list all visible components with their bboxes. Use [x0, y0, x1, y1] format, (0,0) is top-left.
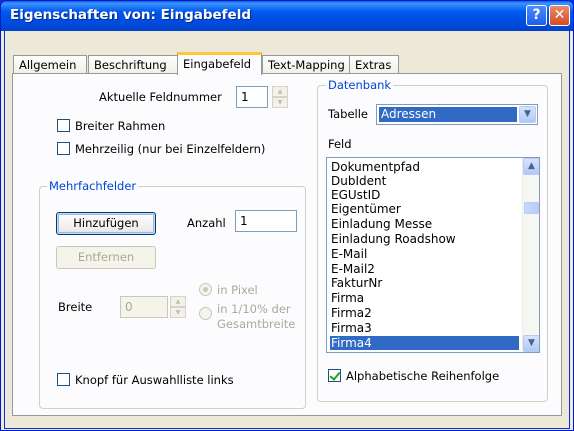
list-item-selected[interactable]: Firma4	[330, 336, 519, 350]
list-item[interactable]: EGUstID	[330, 188, 519, 202]
mehrzeilig-checkbox[interactable]	[57, 142, 70, 155]
list-item[interactable]: Eigentümer	[330, 202, 519, 216]
breite-spinner[interactable]: ▲ ▼	[170, 296, 186, 318]
list-item[interactable]: Firma3	[330, 321, 519, 335]
list-item[interactable]: Einladung Roadshow	[330, 232, 519, 246]
entfernen-button[interactable]: Entfernen	[56, 246, 156, 269]
scroll-thumb[interactable]	[524, 202, 539, 214]
tab-extras[interactable]: Extras	[349, 55, 399, 74]
breite-input[interactable]: 0	[120, 296, 168, 318]
tab-allgemein[interactable]: Allgemein	[13, 55, 87, 74]
properties-dialog: Eigenschaften von: Eingabefeld ? ✕ Allge…	[0, 0, 574, 431]
title-bar[interactable]: Eigenschaften von: Eingabefeld ? ✕	[1, 1, 573, 31]
mehrzeilig-label: Mehrzeilig (nur bei Einzelfeldern)	[75, 142, 266, 156]
list-item[interactable]: Dokumentpfad	[330, 160, 519, 174]
tab-text-mapping[interactable]: Text-Mapping	[262, 55, 350, 74]
in-percent-label-line1: in 1/10% der	[217, 302, 291, 316]
hinzufuegen-button[interactable]: Hinzufügen	[56, 212, 156, 235]
chevron-down-icon[interactable]: ▼	[519, 106, 536, 123]
dialog-client-area: Allgemein Beschriftung Eingabefeld Text-…	[4, 31, 570, 429]
in-percent-radio[interactable]	[199, 307, 212, 320]
in-pixel-radio[interactable]	[199, 283, 212, 296]
tabelle-select[interactable]: Adressen ▼	[376, 104, 538, 125]
feld-scrollbar[interactable]: ▲ ▼	[522, 158, 539, 352]
datenbank-title: Datenbank	[326, 78, 394, 92]
scroll-up-icon[interactable]: ▲	[523, 158, 539, 175]
spin-up-icon[interactable]: ▲	[272, 86, 288, 97]
tab-beschriftung[interactable]: Beschriftung	[88, 55, 178, 74]
list-item[interactable]: Firma	[330, 291, 519, 305]
anzahl-input[interactable]: 1	[235, 210, 297, 232]
knopf-checkbox[interactable]	[57, 373, 70, 386]
spin-down-icon[interactable]: ▼	[272, 97, 288, 108]
feldnummer-spinner[interactable]: ▲ ▼	[272, 86, 288, 108]
breiter-rahmen-label: Breiter Rahmen	[75, 119, 166, 133]
window-title: Eigenschaften von: Eingabefeld	[10, 7, 251, 23]
in-percent-label-line2: Gesamtbreite	[217, 317, 296, 331]
scroll-down-icon[interactable]: ▼	[523, 335, 539, 352]
feldnummer-input[interactable]: 1	[236, 86, 268, 108]
feldnummer-label: Aktuelle Feldnummer	[99, 90, 222, 104]
help-button[interactable]: ?	[526, 5, 547, 26]
close-button[interactable]: ✕	[549, 5, 570, 26]
alphabetisch-label: Alphabetische Reihenfolge	[346, 369, 500, 383]
list-item[interactable]: E-Mail2	[330, 262, 519, 276]
spin-up-icon[interactable]: ▲	[170, 296, 186, 307]
list-item[interactable]: FakturNr	[330, 276, 519, 290]
list-item[interactable]: E-Mail	[330, 247, 519, 261]
feld-listbox[interactable]: Dokumentpfad DubIdent EGUstID Eigentümer…	[326, 157, 540, 353]
list-item[interactable]: Einladung Messe	[330, 217, 519, 231]
spin-down-icon[interactable]: ▼	[170, 307, 186, 318]
list-item[interactable]: DubIdent	[330, 174, 519, 188]
breiter-rahmen-checkbox[interactable]	[57, 119, 70, 132]
anzahl-label: Anzahl	[187, 216, 226, 230]
eingabefeld-panel: Aktuelle Feldnummer 1 ▲ ▼ Breiter Rahmen…	[12, 73, 562, 416]
in-pixel-label: in Pixel	[217, 283, 258, 297]
tab-eingabefeld[interactable]: Eingabefeld	[177, 52, 262, 75]
mehrfachfelder-title: Mehrfachfelder	[47, 179, 139, 193]
knopf-label: Knopf für Auswahlliste links	[75, 373, 234, 387]
list-item[interactable]: Firma2	[330, 306, 519, 320]
alphabetisch-checkbox[interactable]	[328, 369, 341, 382]
breite-label: Breite	[58, 300, 93, 314]
tabelle-label: Tabelle	[328, 107, 369, 121]
feld-label: Feld	[328, 137, 352, 151]
tabelle-selected-value: Adressen	[379, 107, 517, 122]
